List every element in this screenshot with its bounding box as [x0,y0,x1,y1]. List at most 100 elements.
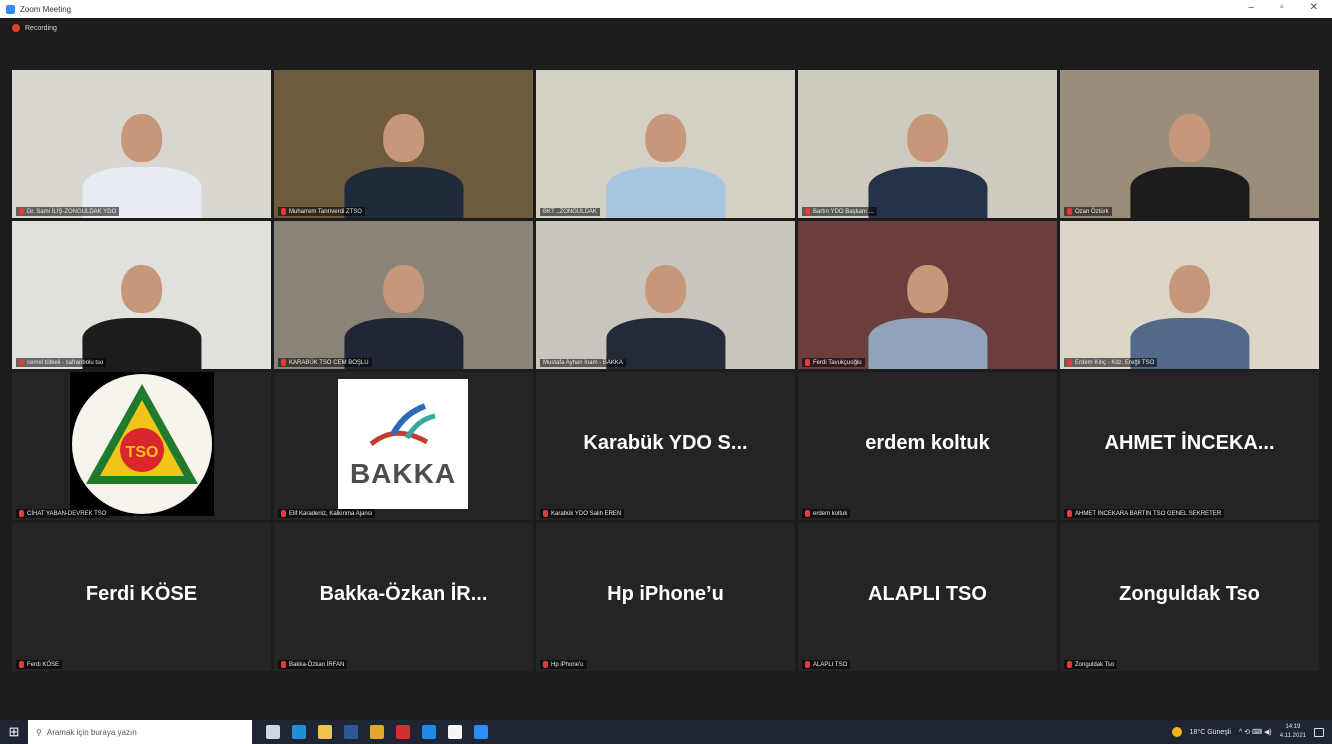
word-icon[interactable] [344,725,358,739]
camera-feed [536,221,795,369]
participant-figure [81,97,202,218]
participant-figure [1129,248,1250,369]
search-placeholder: Aramak için buraya yazın [46,727,137,737]
participant-name: erdem koltuk [813,510,848,517]
participant-figure [867,97,988,218]
participant-name-bar: Zonguldak Tso [1064,660,1117,669]
minimize-button[interactable]: – [1249,2,1255,13]
video-tile[interactable]: Erdem Kılıç - Kdz. Ereğli TSO [1060,221,1319,369]
participant-name-bar: Mustafa Ayhan İnam - BAKKA [540,359,626,367]
participant-name: CİHAT YABAN-DEVREK TSO [27,510,107,517]
participant-name: Erdem Kılıç - Kdz. Ereğli TSO [1075,359,1155,366]
participant-name: Ferdi KÖSE [27,661,60,668]
name-only-tile[interactable]: Ferdi KÖSE Ferdi KÖSE [12,523,271,671]
camera-feed [12,221,271,369]
participant-figure [605,248,726,369]
maximize-button[interactable]: ▫ [1280,2,1284,13]
name-only-tile[interactable]: Zonguldak Tso Zonguldak Tso [1060,523,1319,671]
video-tile[interactable]: Ferdi Tavukçuoğlu [798,221,1057,369]
participant-name-bar: Elif Karadeniz, Kalkınma Ajansı [278,509,376,518]
window-controls: – ▫ ✕ [1249,2,1319,13]
participant-name: AHMET İNCEKARA BARTIN TSO GENEL SEKRETER [1075,510,1222,517]
video-tile[interactable]: Bartın YDO Başkanı ... [798,70,1057,218]
participant-name-bar: ALAPLI TSO [802,660,851,669]
participant-name-bar: Ferdi KÖSE [16,660,63,669]
participant-name: KARABÜK TSO CEM BOŞLU [289,359,369,366]
logo-tile[interactable]: BAKKA Elif Karadeniz, Kalkınma Ajansı [274,372,533,520]
participant-figure [1129,97,1250,218]
gallery-grid: Dr. Sami İLİŞ-ZONGULDAK YDO Muharrem Tan… [12,70,1322,671]
mic-muted-icon [19,359,24,366]
weather-text[interactable]: 18°C Güneşli [1190,729,1231,736]
video-tile[interactable]: KARABÜK TSO CEM BOŞLU [274,221,533,369]
recording-indicator[interactable]: Recording [12,24,57,32]
participant-name-bar: Karabük YDO Salih EREN [540,509,625,518]
camera-feed [12,70,271,218]
system-tray: 18°C Güneşli ^ ⟲ ⌨ ◀) 14:19 4.11.2021 [1171,720,1324,744]
windows-start-icon[interactable]: ⊞ [0,720,28,744]
acrobat-icon[interactable] [396,725,410,739]
bakka-wave-icon [369,403,436,447]
video-tile[interactable]: Ozan Öztürk [1060,70,1319,218]
tso-logo-text: TSO [126,444,159,461]
participant-display-name: Hp iPhone’u [607,583,724,606]
participant-name: Muharrem Tanrıverdi ZTSO [289,208,362,215]
participant-display-name: Karabük YDO S... [583,432,748,455]
video-tile[interactable]: cemel tütkeli - safranbolu tso [12,221,271,369]
notification-icon[interactable] [1314,727,1324,737]
close-button[interactable]: ✕ [1310,2,1318,13]
recording-label: Recording [25,24,57,32]
logo-tile[interactable]: TSO CİHAT YABAN-DEVREK TSO [12,372,271,520]
participant-name-bar: BKT ..ZONGULDAK [540,208,600,216]
participant-name: Dr. Sami İLİŞ-ZONGULDAK YDO [27,208,117,215]
name-only-tile[interactable]: Bakka-Özkan İR... Bakka-Özkan İRFAN [274,523,533,671]
search-icon: ⚲ [36,727,42,737]
tso-logo: TSO [70,372,214,516]
participant-name: Hp iPhone'u [551,661,584,668]
store-icon[interactable] [448,725,462,739]
camera-feed [274,70,533,218]
title-bar: Zoom Meeting – ▫ ✕ [0,0,1332,18]
taskbar-search-input[interactable]: ⚲ Aramak için buraya yazın [28,720,252,744]
participant-name: Ozan Öztürk [1075,208,1109,215]
video-tile[interactable]: Mustafa Ayhan İnam - BAKKA [536,221,795,369]
mic-muted-icon [19,208,24,215]
participant-figure [81,248,202,369]
name-only-tile[interactable]: Karabük YDO S... Karabük YDO Salih EREN [536,372,795,520]
name-only-tile[interactable]: AHMET İNCEKA... AHMET İNCEKARA BARTIN TS… [1060,372,1319,520]
clock-time: 14:19 [1285,724,1301,730]
video-tile[interactable]: Dr. Sami İLİŞ-ZONGULDAK YDO [12,70,271,218]
participant-display-name: AHMET İNCEKA... [1104,432,1275,455]
participant-name-bar: CİHAT YABAN-DEVREK TSO [16,509,110,518]
camera-feed [1060,221,1319,369]
participant-name: Elif Karadeniz, Kalkınma Ajansı [289,510,373,517]
participant-name: ALAPLI TSO [813,661,848,668]
zoom-app-icon [6,4,15,14]
chrome-icon[interactable] [370,725,384,739]
task-view-icon[interactable] [266,725,280,739]
clock-date: 4.11.2021 [1279,733,1306,739]
participant-name-bar: Ozan Öztürk [1064,207,1112,216]
camera-feed [536,70,795,218]
edge-icon[interactable] [292,725,306,739]
video-tile-active-speaker[interactable]: BKT ..ZONGULDAK [536,70,795,218]
video-tile[interactable]: Muharrem Tanrıverdi ZTSO [274,70,533,218]
name-only-tile[interactable]: erdem koltuk erdem koltuk [798,372,1057,520]
name-only-tile[interactable]: Hp iPhone’u Hp iPhone'u [536,523,795,671]
participant-name: Bartın YDO Başkanı ... [813,208,874,215]
mic-muted-icon [543,510,548,517]
mic-muted-icon [1067,510,1072,517]
zoom-taskbar-icon[interactable] [474,725,488,739]
mic-muted-icon [281,359,286,366]
tray-icons[interactable]: ^ ⟲ ⌨ ◀) [1239,728,1272,736]
internet-explorer-icon[interactable] [422,725,436,739]
window-title: Zoom Meeting [20,4,72,14]
taskbar-clock[interactable]: 14:19 4.11.2021 [1280,723,1306,741]
participant-name: Zonguldak Tso [1075,661,1114,668]
bakka-logo-text: BAKKA [349,458,457,489]
participant-name: BKT ..ZONGULDAK [543,209,597,215]
name-only-tile[interactable]: ALAPLI TSO ALAPLI TSO [798,523,1057,671]
participant-name: Karabük YDO Salih EREN [551,510,622,517]
file-explorer-icon[interactable] [318,725,332,739]
participant-display-name: Bakka-Özkan İR... [319,583,488,606]
